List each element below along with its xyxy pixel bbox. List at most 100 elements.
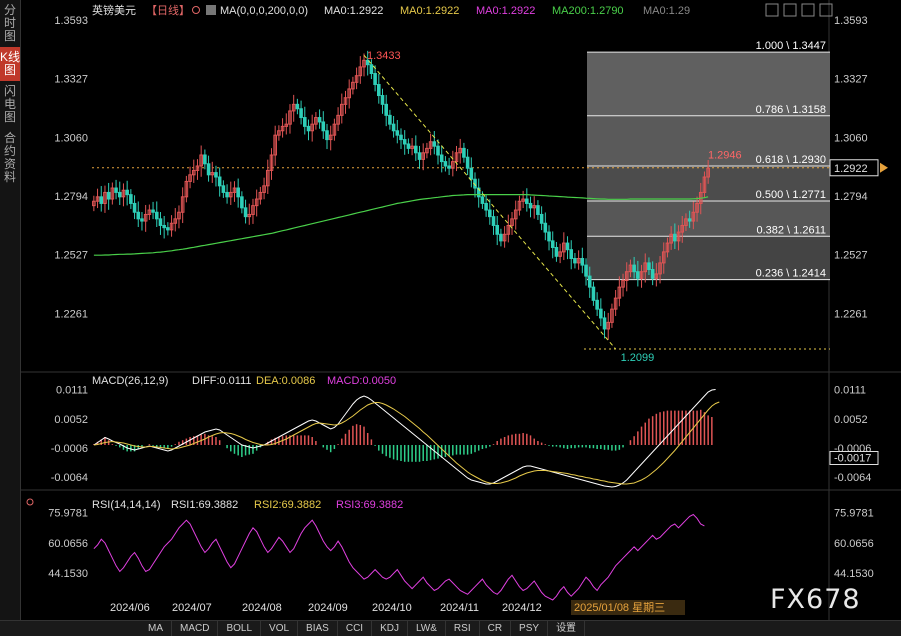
- candle-body: [321, 121, 326, 132]
- candle-body: [484, 202, 488, 211]
- ma-value-4: MA0:1.29: [643, 5, 690, 17]
- price-tick-right: 1.2527: [834, 250, 868, 262]
- candle-body: [325, 130, 329, 141]
- rsi-title: RSI(14,14,14): [92, 499, 160, 511]
- candle-body: [499, 233, 503, 242]
- x-tick-label: 2024/11: [440, 602, 479, 614]
- candle-body: [162, 224, 166, 229]
- indicator-tab-psy[interactable]: PSY: [511, 621, 549, 636]
- x-tick-label: 2024/07: [172, 602, 212, 614]
- chart-canvas[interactable]: 英镑美元 【日线】 MA(0,0,0,200,0,0) MA0:1.2922 MA0:1…: [0, 0, 901, 620]
- fibonacci-label: 0.382 \ 1.2611: [756, 224, 826, 236]
- candle-body: [106, 191, 111, 200]
- candle-body: [480, 196, 485, 204]
- candle-body: [525, 198, 529, 204]
- indicator-tab-rsi[interactable]: RSI: [446, 621, 480, 636]
- ma-value-0: MA0:1.2922: [324, 5, 383, 17]
- candle-body: [547, 231, 551, 242]
- candle-body: [636, 271, 640, 279]
- rsi-value-0: RSI1:69.3882: [171, 499, 238, 511]
- candle-body: [673, 233, 677, 242]
- macd-title: MACD(26,12,9): [92, 375, 168, 387]
- price-tick-left: 1.3327: [54, 74, 88, 86]
- price-tick-right: 1.3327: [834, 74, 868, 86]
- fibonacci-label: 0.786 \ 1.3158: [756, 104, 826, 116]
- add-indicator-icon: [192, 6, 200, 14]
- rsi-tick-right: 60.0656: [834, 538, 874, 550]
- candle-body: [136, 211, 141, 220]
- macd-tick-left: -0.0006: [51, 443, 88, 455]
- candle-body: [373, 73, 377, 86]
- rsi-value-1: RSI2:69.3882: [254, 499, 321, 511]
- price-tick-right: 1.3060: [834, 132, 868, 144]
- indicator-tab-lw[interactable]: LW&: [408, 621, 446, 636]
- candle-body: [550, 240, 555, 248]
- candle-body: [117, 191, 122, 198]
- candle-body: [495, 224, 500, 235]
- candle-body: [132, 202, 137, 213]
- candle-body: [491, 216, 496, 226]
- indicator-tab-[interactable]: 设置: [548, 621, 586, 636]
- macd-tick-right: 0.0111: [834, 385, 866, 397]
- indicator-tab-cr[interactable]: CR: [480, 621, 512, 636]
- price-tick-left: 1.2527: [54, 250, 88, 262]
- macd-tick-left: 0.0052: [54, 414, 88, 426]
- candle-body: [206, 163, 211, 176]
- macd-value-2: MACD:0.0050: [327, 375, 396, 387]
- rsi-tick-right: 75.9781: [834, 508, 874, 520]
- ma-params: MA(0,0,0,200,0,0): [220, 5, 308, 17]
- indicator-tab-bias[interactable]: BIAS: [298, 621, 338, 636]
- candle-body: [302, 117, 307, 127]
- x-tick-label: 2024/12: [502, 602, 542, 614]
- price-tick-right: 1.2794: [834, 191, 868, 203]
- macd-tick-left: -0.0064: [51, 472, 88, 484]
- candle-body: [369, 64, 374, 75]
- candle-body: [317, 117, 322, 123]
- candle-body: [99, 196, 104, 204]
- candle-body: [602, 317, 607, 330]
- candle-body: [528, 202, 533, 209]
- candle-body: [536, 205, 540, 215]
- x-tick-label: 2024/06: [110, 602, 150, 614]
- toolbar-home-icon: [765, 3, 779, 17]
- macd-tick-right: -0.0064: [834, 472, 871, 484]
- candle-body: [391, 123, 396, 132]
- candle-body: [377, 84, 381, 97]
- candle-body: [380, 95, 385, 105]
- current-price-label: 1.2922: [834, 163, 868, 175]
- macd-current-label: -0.0017: [834, 453, 871, 465]
- candle-body: [465, 156, 470, 169]
- indicator-tab-cci[interactable]: CCI: [338, 621, 373, 636]
- indicator-tab-kdj[interactable]: KDJ: [372, 621, 408, 636]
- indicator-tab-ma[interactable]: MA: [140, 621, 172, 636]
- candle-body: [125, 189, 129, 196]
- candle-body: [587, 275, 592, 288]
- macd-histogram: [93, 409, 713, 462]
- candle-body: [647, 262, 651, 271]
- candle-body: [306, 125, 311, 132]
- cursor-date-label: 2025/01/08 星期三: [574, 601, 665, 614]
- ma-settings-icon: [206, 5, 216, 15]
- fibonacci-label: 1.000 \ 1.3447: [756, 40, 826, 52]
- candle-body: [129, 194, 133, 204]
- price-tick-right: 1.2261: [834, 308, 868, 320]
- candle-body: [591, 286, 596, 301]
- ma-value-1: MA0:1.2922: [400, 5, 459, 17]
- candle-body: [554, 246, 559, 257]
- toolbar-next-icon: [801, 3, 815, 17]
- indicator-tab-boll[interactable]: BOLL: [218, 621, 262, 636]
- toolbar-prev-icon: [783, 3, 797, 17]
- x-tick-label: 2024/08: [242, 602, 282, 614]
- candle-body: [214, 172, 218, 178]
- candle-body: [443, 161, 448, 167]
- candle-body: [432, 141, 437, 147]
- high-annotation: 1.3433: [367, 50, 401, 62]
- indicator-tab-vol[interactable]: VOL: [261, 621, 299, 636]
- candle-body: [151, 209, 155, 213]
- candle-body: [687, 218, 692, 222]
- candle-body: [414, 145, 418, 154]
- indicator-tab-macd[interactable]: MACD: [172, 621, 219, 636]
- rsi-settings-icon: [26, 498, 34, 506]
- candle-body: [217, 176, 222, 187]
- candle-body: [436, 145, 440, 156]
